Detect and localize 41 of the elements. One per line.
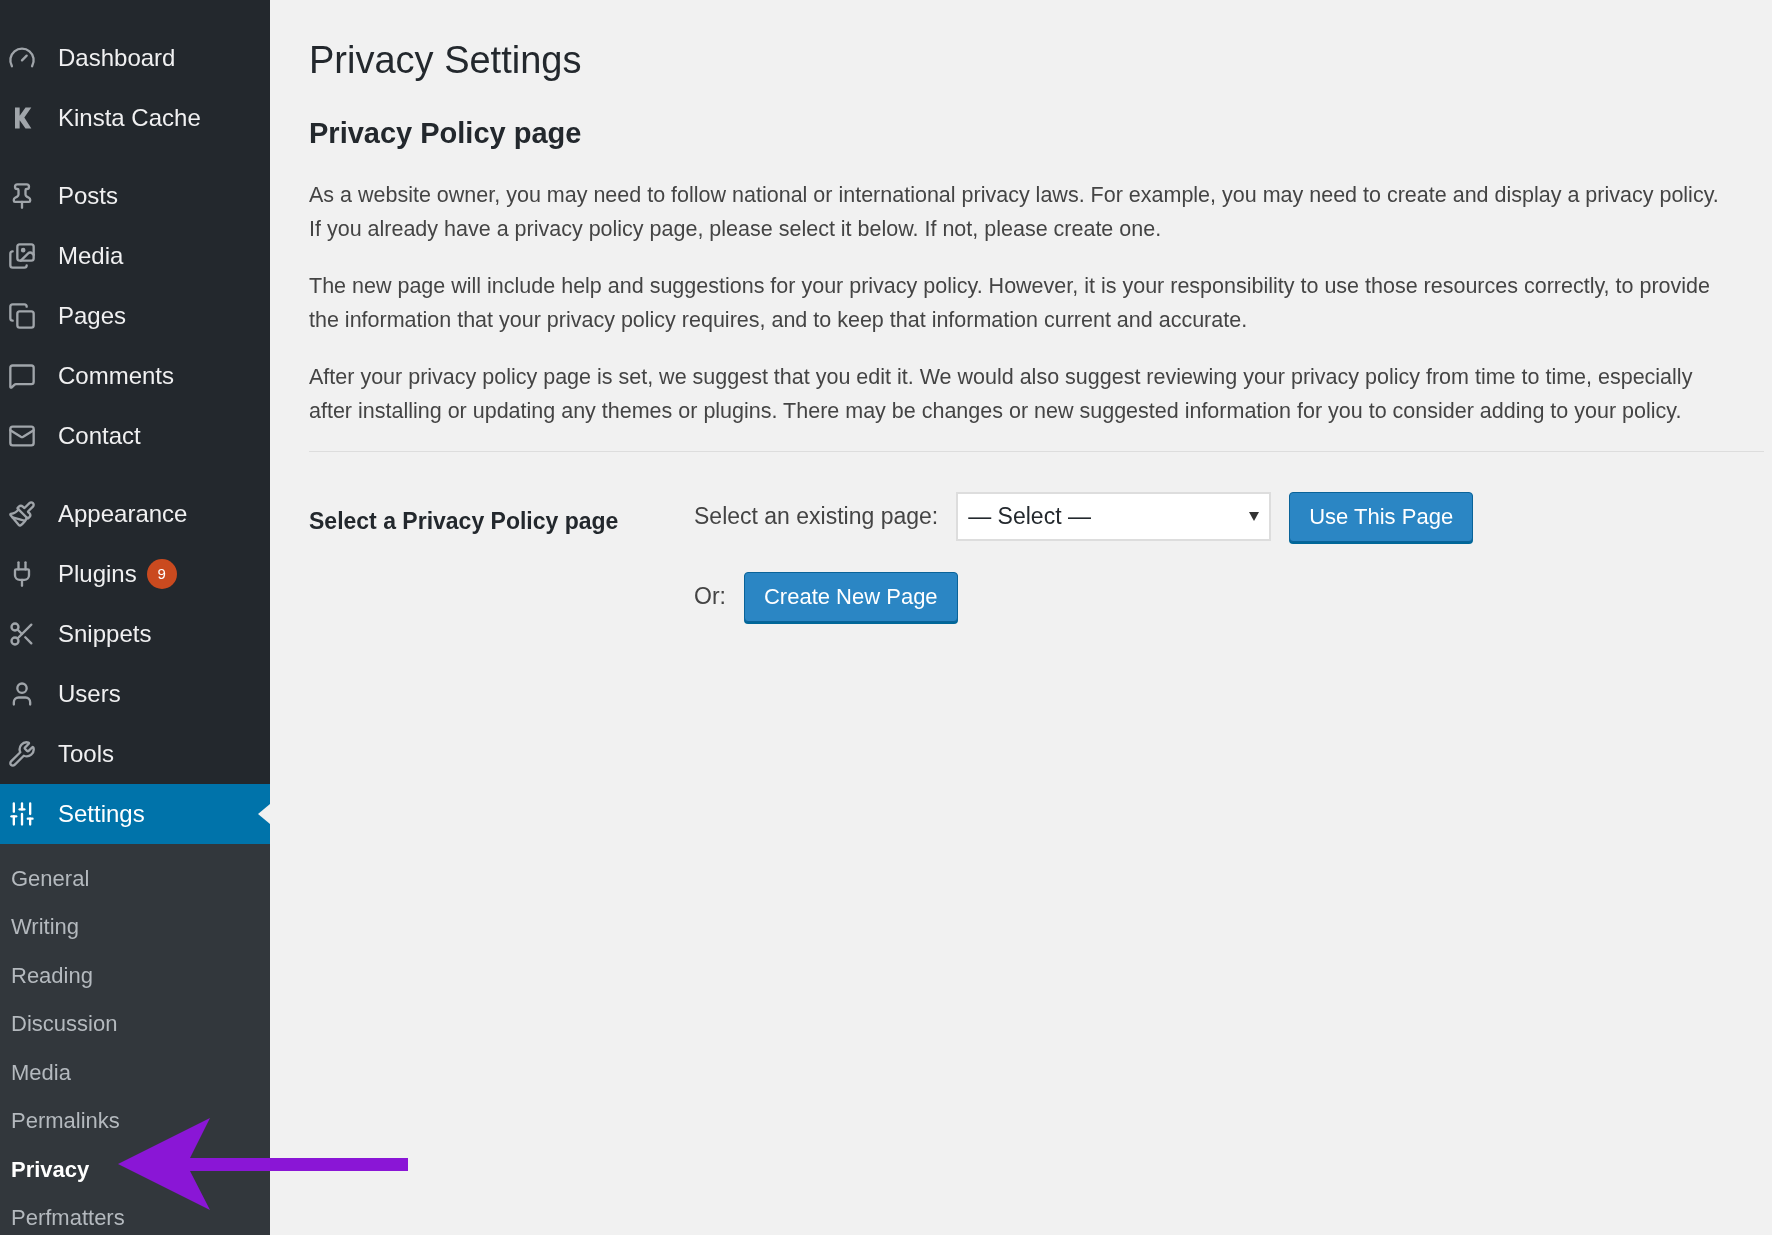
sidebar-menu-item[interactable]: Tools [0, 724, 270, 784]
description-paragraph: As a website owner, you may need to follow national or international privacy laws. For example, you may need to create and display a privacy policy. If you already have a privacy policy page, please select it below. If not, please create one. [309, 181, 1720, 243]
description-paragraph: After your privacy policy page is set, we suggest that you edit it. We would also suggest reviewing your privacy policy from time to time, especially after installing or updating any themes or plugins. There may be changes or new suggested information for you to consider adding to your policy. [309, 363, 1694, 425]
section-heading: Privacy Policy page [309, 116, 583, 151]
sidebar-menu-item[interactable]: Media [0, 226, 270, 286]
submenu-item[interactable]: General [0, 854, 270, 903]
media-icon [8, 242, 36, 270]
sidebar-menu-item[interactable]: Contact [0, 406, 270, 466]
submenu-item[interactable]: Reading [0, 951, 270, 1000]
submenu-item[interactable]: Discussion [0, 999, 270, 1048]
sidebar-menu-item[interactable]: Posts [0, 166, 270, 226]
sidebar-menu-item[interactable]: Snippets [0, 604, 270, 664]
dropdown-caret-icon [1249, 512, 1260, 521]
update-count-badge: 9 [146, 559, 177, 589]
sidebar-menu-item[interactable]: Kinsta Cache [0, 88, 270, 148]
sidebar-menu-item[interactable]: Comments [0, 346, 270, 406]
row-label: Select a Privacy Policy page [309, 506, 620, 536]
pages-icon [8, 302, 36, 330]
submenu-item[interactable]: Media [0, 1048, 270, 1097]
sidebar-menu-item[interactable]: Users [0, 664, 270, 724]
sidebar-menu-item[interactable]: Plugins 9 [0, 544, 270, 604]
submenu-item[interactable]: Writing [0, 902, 270, 951]
submenu-item[interactable]: Perfmatters [0, 1193, 270, 1235]
or-label: Or: [694, 582, 726, 612]
sidebar-menu-item[interactable]: Settings [0, 784, 270, 844]
create-new-page-button[interactable]: Create New Page [743, 571, 958, 622]
sliders-icon [8, 800, 36, 828]
paintbrush-icon [8, 500, 36, 528]
use-this-page-button[interactable]: Use This Page [1289, 491, 1474, 542]
wrench-icon [8, 740, 36, 768]
submenu-item[interactable]: Privacy [0, 1145, 270, 1194]
submenu-item[interactable]: Permalinks [0, 1096, 270, 1145]
page-title: Privacy Settings [309, 38, 583, 83]
page-select[interactable]: — Select — [956, 492, 1272, 541]
speech-bubble-icon [8, 362, 36, 390]
sidebar-menu-item[interactable]: Dashboard [0, 28, 270, 88]
current-pointer-icon [258, 804, 270, 824]
sidebar-menu-item[interactable]: Appearance [0, 484, 270, 544]
description-paragraph: The new page will include help and suggestions for your privacy policy. However, it is your responsibility to use those resources correctly, to provide the information that your privacy policy requires, and to keep that information current and accurate. [309, 272, 1711, 334]
sidebar-menu-item[interactable]: Pages [0, 286, 270, 346]
select-label: Select an existing page: [694, 502, 939, 532]
